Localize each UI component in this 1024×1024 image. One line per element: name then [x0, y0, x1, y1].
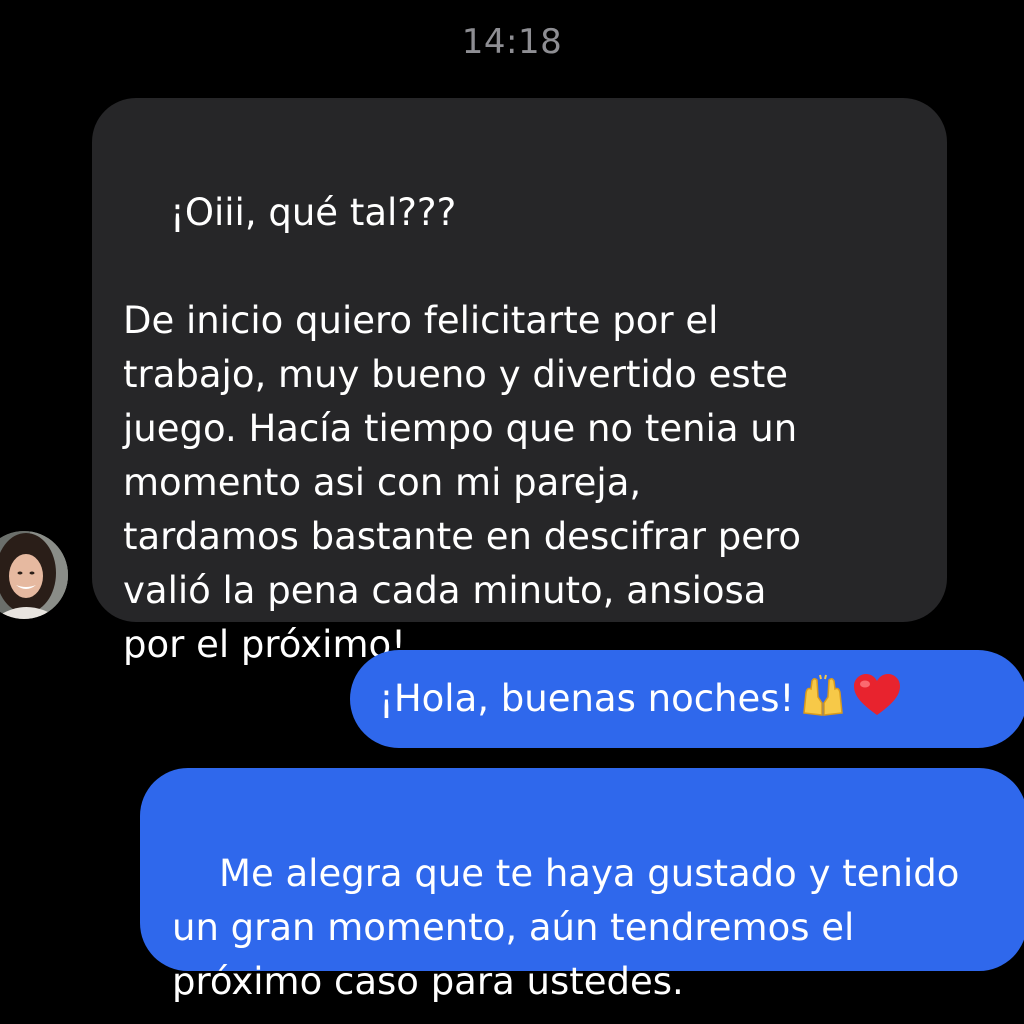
message-timestamp: 14:18	[461, 22, 563, 62]
raising-hands-emoji-icon	[800, 673, 846, 732]
incoming-message-text: ¡Oiii, qué tal??? De inicio quiero felic…	[123, 191, 802, 666]
contact-avatar[interactable]	[0, 531, 68, 619]
outgoing-message-text-reply: Me alegra que te haya gustado y tenido u…	[172, 852, 960, 1003]
outgoing-message-text-greeting: ¡Hola, buenas noches!	[379, 677, 795, 720]
red-heart-emoji-icon	[852, 673, 902, 732]
outgoing-message-bubble-reply[interactable]: Me alegra que te haya gustado y tenido u…	[140, 768, 1024, 1003]
chat-screen: 14:18 ¡Oiii, qué tal??? De inicio quiero…	[0, 0, 1024, 1024]
outgoing-message-bubble-greeting[interactable]: ¡Hola, buenas noches!	[350, 650, 1024, 748]
contact-photo-icon	[0, 531, 68, 619]
incoming-message-bubble[interactable]: ¡Oiii, qué tal??? De inicio quiero felic…	[92, 98, 947, 666]
